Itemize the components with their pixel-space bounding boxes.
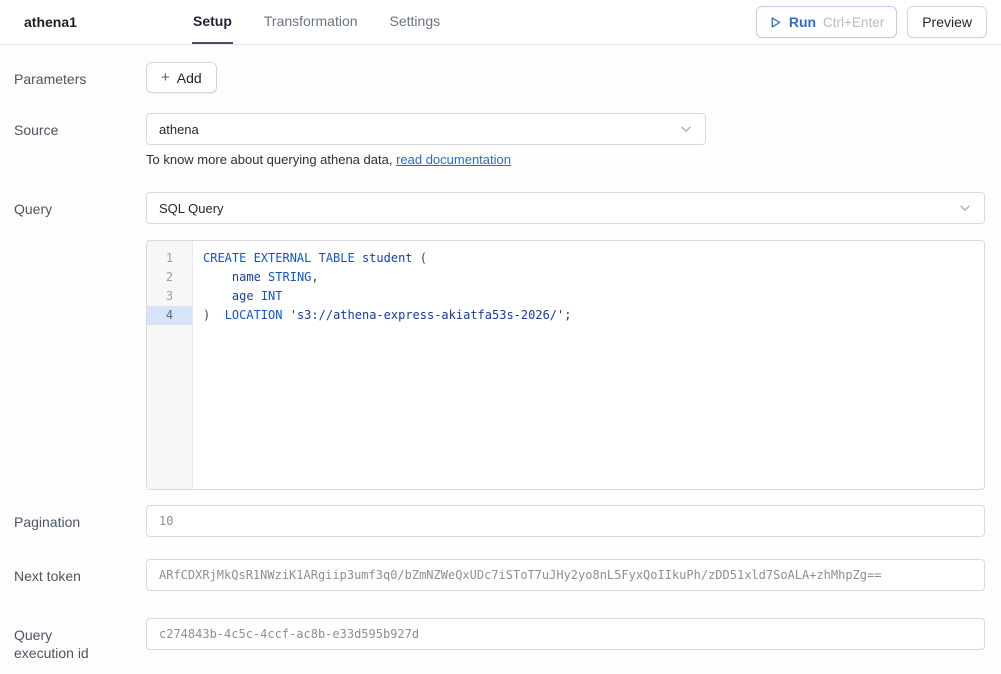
chevron-down-icon <box>958 201 972 215</box>
editor-tabs: Setup Transformation Settings <box>192 0 441 44</box>
source-helper-prefix: To know more about querying athena data, <box>146 152 396 167</box>
code-token: LOCATION <box>225 308 283 322</box>
code-token: age <box>232 289 254 303</box>
preview-button[interactable]: Preview <box>907 6 987 38</box>
code-token: student <box>362 251 413 265</box>
add-parameter-button[interactable]: + Add <box>146 62 217 93</box>
read-documentation-link[interactable]: read documentation <box>396 152 511 167</box>
code-token: INT <box>261 289 283 303</box>
editor-gutter: 1234 <box>147 241 193 489</box>
code-token: 's3://athena-express-akiatfa53s-2026/'; <box>290 308 572 322</box>
query-name[interactable]: athena1 <box>24 14 192 30</box>
source-select-value: athena <box>159 122 679 137</box>
topbar-actions: Run Ctrl+Enter Preview <box>756 6 987 38</box>
pagination-input[interactable] <box>146 505 985 537</box>
code-token <box>355 251 362 265</box>
code-token <box>210 308 224 322</box>
tab-setup-label: Setup <box>193 13 232 29</box>
code-token: , <box>311 270 318 284</box>
sql-code-editor[interactable]: 1234 CREATE EXTERNAL TABLE student ( nam… <box>146 240 985 490</box>
code-line[interactable]: age INT <box>203 287 974 306</box>
line-number: 3 <box>147 287 192 306</box>
chevron-down-icon <box>679 122 693 136</box>
query-type-select[interactable]: SQL Query <box>146 192 985 224</box>
run-button[interactable]: Run Ctrl+Enter <box>756 6 897 38</box>
setup-form: Parameters + Add Source athena <box>0 45 1001 662</box>
query-label: Query <box>14 192 146 490</box>
query-execution-id-row: Query execution id <box>14 618 985 662</box>
code-line[interactable]: name STRING, <box>203 268 974 287</box>
code-token <box>254 289 261 303</box>
tab-settings[interactable]: Settings <box>389 0 442 44</box>
code-token <box>203 270 232 284</box>
run-button-label: Run <box>789 14 816 30</box>
line-number: 1 <box>147 249 192 268</box>
run-shortcut: Ctrl+Enter <box>823 15 884 30</box>
query-row: Query SQL Query 1234 CREATE EXTERNAL TAB… <box>14 192 985 490</box>
next-token-label: Next token <box>14 559 146 591</box>
query-editor-page: athena1 Setup Transformation Settings Ru… <box>0 0 1001 674</box>
editor-code[interactable]: CREATE EXTERNAL TABLE student ( name STR… <box>193 241 984 489</box>
source-helper-text: To know more about querying athena data,… <box>146 152 985 167</box>
plus-icon: + <box>161 70 170 85</box>
query-execution-id-input[interactable] <box>146 618 985 650</box>
tab-settings-label: Settings <box>390 13 441 29</box>
tab-transformation-label: Transformation <box>264 13 358 29</box>
tab-setup[interactable]: Setup <box>192 0 233 44</box>
play-icon <box>769 16 782 29</box>
pagination-label: Pagination <box>14 505 146 537</box>
parameters-label: Parameters <box>14 62 146 93</box>
code-token <box>282 308 289 322</box>
code-token: CREATE EXTERNAL TABLE <box>203 251 355 265</box>
add-parameter-label: Add <box>177 70 202 86</box>
line-number: 2 <box>147 268 192 287</box>
source-label: Source <box>14 113 146 167</box>
query-type-value: SQL Query <box>159 201 958 216</box>
next-token-input[interactable] <box>146 559 985 591</box>
code-line[interactable]: CREATE EXTERNAL TABLE student ( <box>203 249 974 268</box>
parameters-row: Parameters + Add <box>14 62 985 93</box>
preview-button-label: Preview <box>922 14 972 30</box>
code-token <box>203 289 232 303</box>
code-token: ( <box>413 251 427 265</box>
source-row: Source athena To know more about queryin… <box>14 113 985 167</box>
code-token: STRING <box>268 270 311 284</box>
tab-transformation[interactable]: Transformation <box>263 0 359 44</box>
source-select[interactable]: athena <box>146 113 706 145</box>
topbar: athena1 Setup Transformation Settings Ru… <box>0 0 1001 45</box>
code-token <box>261 270 268 284</box>
line-number: 4 <box>147 306 192 325</box>
pagination-row: Pagination <box>14 505 985 537</box>
next-token-row: Next token <box>14 559 985 591</box>
code-line[interactable]: ) LOCATION 's3://athena-express-akiatfa5… <box>203 306 974 325</box>
query-execution-id-label: Query execution id <box>14 618 146 662</box>
code-token: name <box>232 270 261 284</box>
